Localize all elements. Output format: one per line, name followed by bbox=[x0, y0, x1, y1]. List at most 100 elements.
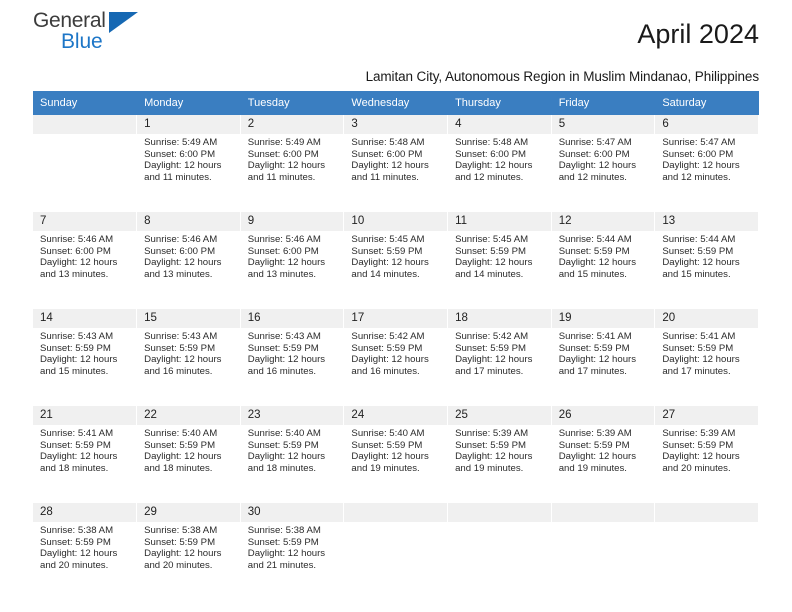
sunset-time: Sunset: 5:59 PM bbox=[144, 439, 216, 451]
day-details: Sunrise: 5:49 AM Sunset: 6:00 PM Daylight:… bbox=[137, 134, 240, 183]
calendar-day-cell[interactable]: 19 Sunrise: 5:41 AM Sunset: 5:59 PM Dayligh… bbox=[551, 309, 656, 400]
calendar-day-cell[interactable]: 14 Sunrise: 5:43 AM Sunset: 5:59 PM Dayligh… bbox=[33, 309, 138, 400]
calendar-day-cell[interactable]: 22 Sunrise: 5:40 AM Sunset: 5:59 PM Dayligh… bbox=[136, 406, 241, 497]
sunrise-time: Sunrise: 5:46 AM bbox=[40, 234, 114, 245]
day-number: 15 bbox=[137, 309, 240, 328]
daylight-duration-line1: Daylight: 12 hours bbox=[40, 451, 118, 463]
day-details: Sunrise: 5:41 AM Sunset: 5:59 PM Daylight:… bbox=[33, 425, 136, 474]
calendar-day-cell[interactable]: 30 Sunrise: 5:38 AM Sunset: 5:59 PM Dayligh… bbox=[240, 503, 345, 594]
calendar-day-cell[interactable]: 13 Sunrise: 5:44 AM Sunset: 5:59 PM Dayligh… bbox=[654, 212, 759, 303]
sunset-time: Sunset: 5:59 PM bbox=[351, 342, 423, 354]
sunrise-time: Sunrise: 5:43 AM bbox=[144, 331, 218, 342]
sunset-time: Sunset: 5:59 PM bbox=[40, 342, 111, 354]
day-number: 11 bbox=[448, 212, 551, 231]
sunset-time: Sunset: 5:59 PM bbox=[455, 342, 526, 354]
calendar-day-cell[interactable]: 6 Sunrise: 5:47 AM Sunset: 6:00 PM Daylight… bbox=[654, 115, 759, 206]
generalblue-logo[interactable]: General Blue bbox=[33, 10, 153, 56]
daylight-duration-line1: Daylight: 12 hours bbox=[247, 257, 326, 269]
calendar-day-cell[interactable]: 17 Sunrise: 5:42 AM Sunset: 5:59 PM Dayligh… bbox=[343, 309, 449, 400]
calendar-day-cell[interactable]: 1 Sunrise: 5:49 AM Sunset: 6:00 PM Daylight… bbox=[136, 115, 241, 206]
calendar-day-cell[interactable]: 3 Sunrise: 5:48 AM Sunset: 6:00 PM Daylight… bbox=[343, 115, 449, 206]
calendar-day-cell[interactable]: 26 Sunrise: 5:39 AM Sunset: 5:59 PM Dayligh… bbox=[551, 406, 656, 497]
calendar-day-cell[interactable]: 25 Sunrise: 5:39 AM Sunset: 5:59 PM Dayligh… bbox=[447, 406, 552, 497]
day-details: Sunrise: 5:40 AM Sunset: 5:59 PM Daylight:… bbox=[241, 425, 344, 474]
daylight-duration-line2: and 13 minutes. bbox=[40, 268, 109, 280]
calendar-day-cell[interactable]: 27 Sunrise: 5:39 AM Sunset: 5:59 PM Dayligh… bbox=[654, 406, 759, 497]
calendar-day-cell[interactable]: 21 Sunrise: 5:41 AM Sunset: 5:59 PM Dayligh… bbox=[33, 406, 138, 497]
day-number bbox=[344, 503, 448, 522]
calendar-day-cell[interactable]: 8 Sunrise: 5:46 AM Sunset: 6:00 PM Daylight… bbox=[136, 212, 241, 303]
day-number: 24 bbox=[344, 406, 448, 425]
weekday-header-saturday: Saturday bbox=[654, 91, 759, 115]
daylight-duration-line1: Daylight: 12 hours bbox=[144, 354, 222, 366]
calendar-week-row: 28 Sunrise: 5:38 AM Sunset: 5:59 PM Dayligh… bbox=[33, 503, 759, 594]
calendar-day-cell[interactable]: 24 Sunrise: 5:40 AM Sunset: 5:59 PM Dayligh… bbox=[343, 406, 449, 497]
sunrise-time: Sunrise: 5:43 AM bbox=[247, 331, 321, 342]
day-details: Sunrise: 5:45 AM Sunset: 5:59 PM Daylight:… bbox=[344, 231, 447, 280]
day-details: Sunrise: 5:46 AM Sunset: 6:00 PM Daylight:… bbox=[241, 231, 344, 280]
day-number: 19 bbox=[551, 309, 655, 328]
calendar-week-row: 7 Sunrise: 5:46 AM Sunset: 6:00 PM Daylight… bbox=[33, 212, 759, 303]
day-number bbox=[655, 503, 758, 522]
calendar-day-cell[interactable]: 29 Sunrise: 5:38 AM Sunset: 5:59 PM Dayligh… bbox=[136, 503, 241, 594]
sunrise-time: Sunrise: 5:39 AM bbox=[558, 428, 632, 439]
daylight-duration-line1: Daylight: 12 hours bbox=[558, 451, 637, 463]
daylight-duration-line1: Daylight: 12 hours bbox=[351, 160, 429, 172]
day-number: 27 bbox=[655, 406, 758, 425]
daylight-duration-line2: and 15 minutes. bbox=[558, 268, 627, 280]
calendar-day-cell[interactable]: 7 Sunrise: 5:46 AM Sunset: 6:00 PM Daylight… bbox=[33, 212, 138, 303]
day-details: Sunrise: 5:46 AM Sunset: 6:00 PM Daylight:… bbox=[33, 231, 136, 280]
sunrise-sunset-calendar-table: Sunday Monday Tuesday Wednesday Thursday… bbox=[33, 91, 759, 594]
calendar-day-cell[interactable]: 5 Sunrise: 5:47 AM Sunset: 6:00 PM Daylight… bbox=[551, 115, 656, 206]
calendar-day-cell[interactable]: 9 Sunrise: 5:46 AM Sunset: 6:00 PM Daylight… bbox=[240, 212, 345, 303]
sunset-time: Sunset: 5:59 PM bbox=[662, 439, 734, 451]
daylight-duration-line2: and 16 minutes. bbox=[144, 365, 213, 377]
daylight-duration-line1: Daylight: 12 hours bbox=[455, 354, 533, 366]
calendar-day-cell[interactable]: 20 Sunrise: 5:41 AM Sunset: 5:59 PM Dayligh… bbox=[654, 309, 759, 400]
calendar-header-row: Sunday Monday Tuesday Wednesday Thursday… bbox=[33, 91, 759, 115]
calendar-day-cell[interactable]: 28 Sunrise: 5:38 AM Sunset: 5:59 PM Dayligh… bbox=[33, 503, 138, 594]
sunset-time: Sunset: 5:59 PM bbox=[662, 245, 734, 257]
day-number: 3 bbox=[344, 115, 448, 134]
calendar-day-cell[interactable]: 18 Sunrise: 5:42 AM Sunset: 5:59 PM Dayligh… bbox=[447, 309, 552, 400]
sunrise-time: Sunrise: 5:45 AM bbox=[455, 234, 529, 245]
calendar-day-cell[interactable]: 2 Sunrise: 5:49 AM Sunset: 6:00 PM Daylight… bbox=[240, 115, 345, 206]
daylight-duration-line2: and 19 minutes. bbox=[455, 462, 524, 474]
daylight-duration-line1: Daylight: 12 hours bbox=[558, 160, 637, 172]
daylight-duration-line2: and 18 minutes. bbox=[40, 462, 109, 474]
sunrise-time: Sunrise: 5:45 AM bbox=[351, 234, 425, 245]
daylight-duration-line2: and 17 minutes. bbox=[662, 365, 731, 377]
day-details: Sunrise: 5:39 AM Sunset: 5:59 PM Daylight:… bbox=[552, 425, 655, 474]
sunrise-time: Sunrise: 5:49 AM bbox=[247, 137, 321, 148]
daylight-duration-line1: Daylight: 12 hours bbox=[247, 160, 326, 172]
calendar-day-cell[interactable]: 12 Sunrise: 5:44 AM Sunset: 5:59 PM Dayligh… bbox=[551, 212, 656, 303]
calendar-day-cell[interactable]: 4 Sunrise: 5:48 AM Sunset: 6:00 PM Daylight… bbox=[447, 115, 552, 206]
day-number: 6 bbox=[655, 115, 758, 134]
sunrise-time: Sunrise: 5:38 AM bbox=[247, 525, 321, 536]
daylight-duration-line1: Daylight: 12 hours bbox=[144, 257, 222, 269]
day-number: 9 bbox=[240, 212, 344, 231]
week-separator bbox=[33, 205, 759, 212]
daylight-duration-line2: and 18 minutes. bbox=[144, 462, 213, 474]
calendar-day-cell[interactable]: 16 Sunrise: 5:43 AM Sunset: 5:59 PM Dayligh… bbox=[240, 309, 345, 400]
sunset-time: Sunset: 5:59 PM bbox=[558, 439, 630, 451]
calendar-day-cell[interactable]: 15 Sunrise: 5:43 AM Sunset: 5:59 PM Dayligh… bbox=[136, 309, 241, 400]
day-number: 2 bbox=[240, 115, 344, 134]
day-number bbox=[33, 115, 137, 134]
weekday-header-wednesday: Wednesday bbox=[343, 91, 449, 115]
calendar-day-cell[interactable]: 23 Sunrise: 5:40 AM Sunset: 5:59 PM Dayligh… bbox=[240, 406, 345, 497]
calendar-day-cell[interactable]: 10 Sunrise: 5:45 AM Sunset: 5:59 PM Dayligh… bbox=[343, 212, 449, 303]
daylight-duration-line1: Daylight: 12 hours bbox=[40, 548, 118, 560]
daylight-duration-line1: Daylight: 12 hours bbox=[144, 160, 222, 172]
day-details: Sunrise: 5:47 AM Sunset: 6:00 PM Daylight:… bbox=[552, 134, 655, 183]
daylight-duration-line2: and 14 minutes. bbox=[351, 268, 420, 280]
week-separator-cell bbox=[33, 399, 759, 406]
daylight-duration-line2: and 19 minutes. bbox=[558, 462, 627, 474]
sunset-time: Sunset: 5:59 PM bbox=[351, 245, 423, 257]
daylight-duration-line1: Daylight: 12 hours bbox=[455, 257, 533, 269]
calendar-day-cell[interactable]: 11 Sunrise: 5:45 AM Sunset: 5:59 PM Dayligh… bbox=[447, 212, 552, 303]
weekday-header-monday: Monday bbox=[136, 91, 241, 115]
daylight-duration-line2: and 15 minutes. bbox=[40, 365, 109, 377]
sunset-time: Sunset: 6:00 PM bbox=[351, 148, 423, 160]
page-header: General Blue April 2024 bbox=[33, 0, 759, 68]
